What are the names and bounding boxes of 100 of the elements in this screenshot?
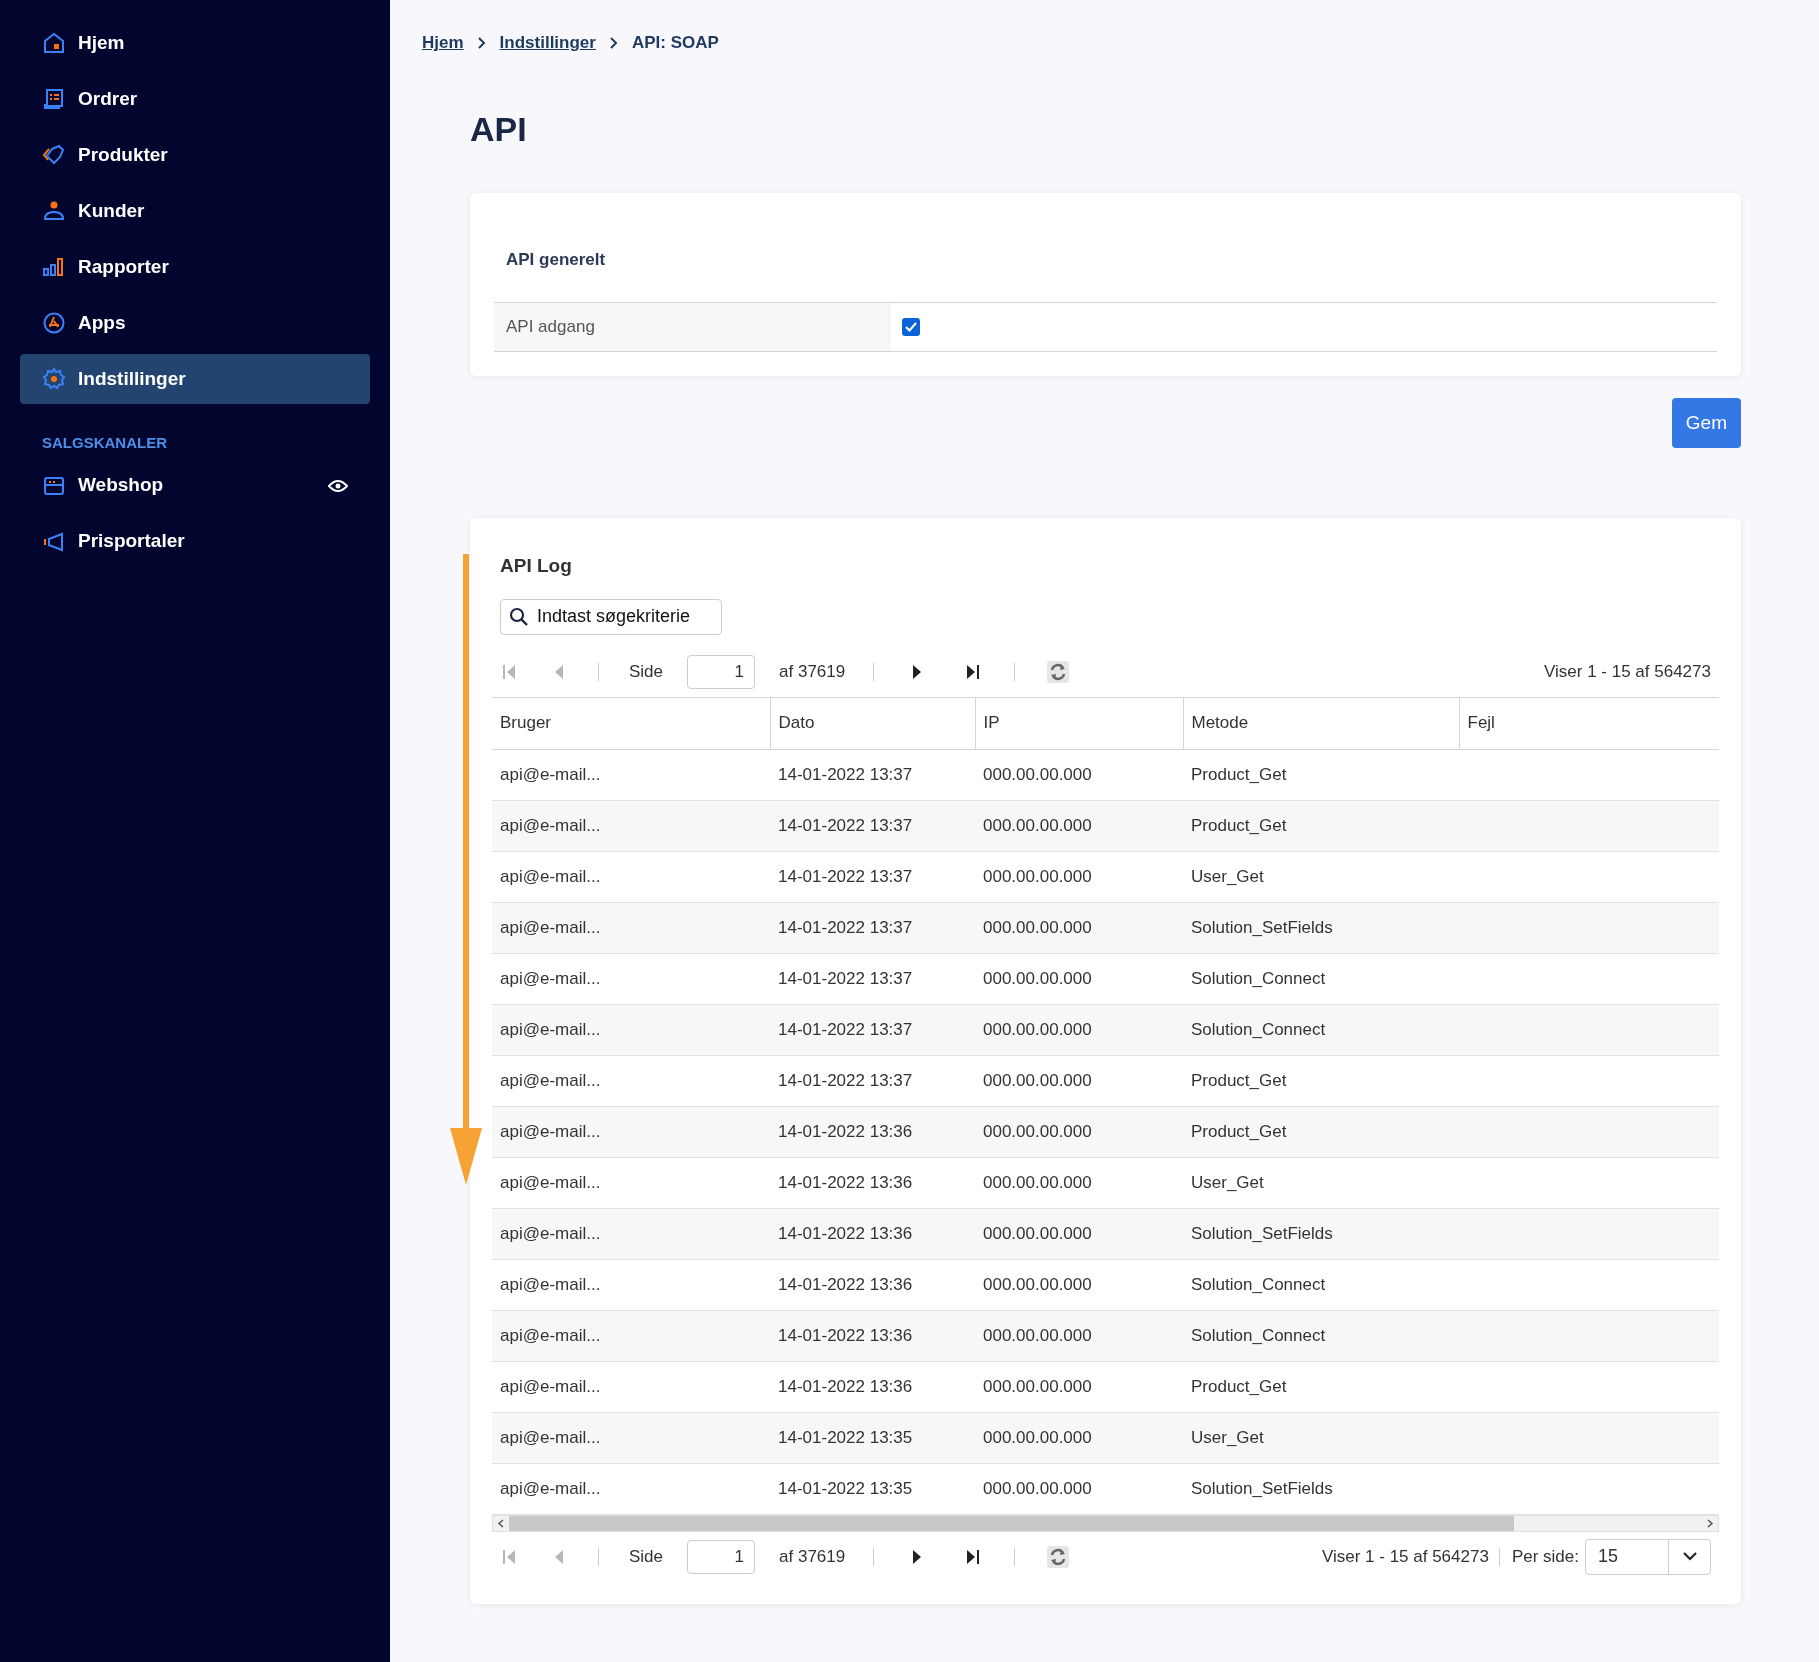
table-cell: Product_Get [1183, 749, 1459, 800]
sidebar-item[interactable]: Rapporter [20, 242, 370, 292]
table-cell: Solution_Connect [1183, 1310, 1459, 1361]
section-heading: API Log [499, 554, 573, 578]
column-header[interactable]: Metode [1183, 697, 1459, 749]
table-cell: Solution_Connect [1183, 953, 1459, 1004]
table-cell: api@e-mail... [492, 1055, 770, 1106]
per-page-select[interactable]: 15 [1585, 1538, 1711, 1575]
table-cell: 000.00.00.000 [975, 953, 1183, 1004]
table-cell: api@e-mail... [492, 1259, 770, 1310]
table-cell: api@e-mail... [492, 1208, 770, 1259]
table-cell: 14-01-2022 13:37 [770, 1004, 975, 1055]
table-cell: 000.00.00.000 [975, 1157, 1183, 1208]
result-summary: Viser 1 - 15 af 564273 [1321, 1545, 1489, 1568]
table-cell: api@e-mail... [492, 1310, 770, 1361]
next-page-icon[interactable] [912, 663, 923, 680]
sidebar-item[interactable]: Webshop [20, 460, 370, 511]
column-header[interactable]: Fejl [1459, 697, 1719, 749]
table-cell: 000.00.00.000 [975, 800, 1183, 851]
tag-icon [42, 143, 66, 167]
table-cell: 14-01-2022 13:37 [770, 902, 975, 953]
checkbox[interactable] [902, 318, 920, 336]
table-cell: 000.00.00.000 [975, 1004, 1183, 1055]
next-page-icon[interactable] [912, 1548, 923, 1565]
page-count: af 37619 [779, 660, 846, 683]
table-cell: 000.00.00.000 [975, 902, 1183, 953]
last-page-icon[interactable] [966, 663, 981, 680]
table-cell: User_Get [1183, 851, 1459, 902]
table-cell: 000.00.00.000 [975, 1310, 1183, 1361]
table-cell: 000.00.00.000 [975, 1055, 1183, 1106]
table-cell: 14-01-2022 13:36 [770, 1106, 975, 1157]
sidebar-item[interactable]: Prisportaler [20, 516, 370, 567]
settings-icon [42, 367, 66, 391]
table-cell: api@e-mail... [492, 1412, 770, 1463]
page-input[interactable]: 1 [687, 654, 756, 689]
table-cell: api@e-mail... [492, 1004, 770, 1055]
save-button[interactable]: Gem [1671, 398, 1741, 448]
sidebar-item[interactable]: Indstillinger [20, 354, 370, 404]
table-cell: 14-01-2022 13:36 [770, 1208, 975, 1259]
table-cell: Solution_SetFields [1183, 1463, 1459, 1514]
table-cell: Product_Get [1183, 800, 1459, 851]
last-page-icon[interactable] [966, 1548, 981, 1565]
bar-chart-icon [42, 255, 66, 279]
house-icon [42, 31, 66, 55]
table-cell: 14-01-2022 13:37 [770, 851, 975, 902]
table-cell: api@e-mail... [492, 1106, 770, 1157]
sidebar-item[interactable]: Hjem [20, 18, 370, 68]
table-cell: Solution_SetFields [1183, 902, 1459, 953]
sidebar-item[interactable]: Ordrer [20, 74, 370, 124]
page-label: Side [629, 1545, 664, 1568]
table-cell: api@e-mail... [492, 1157, 770, 1208]
table-cell: api@e-mail... [492, 953, 770, 1004]
refresh-icon[interactable] [1047, 1545, 1070, 1568]
table-cell: api@e-mail... [492, 851, 770, 902]
eye-icon[interactable] [328, 478, 348, 493]
search-icon [509, 606, 529, 627]
refresh-icon[interactable] [1047, 660, 1070, 683]
table-cell: 000.00.00.000 [975, 1361, 1183, 1412]
section-title: SALGSKANALER [41, 433, 168, 453]
table-cell: api@e-mail... [492, 902, 770, 953]
table-cell: 14-01-2022 13:36 [770, 1157, 975, 1208]
table-cell: Solution_Connect [1183, 1259, 1459, 1310]
column-header[interactable]: IP [975, 697, 1183, 749]
table-cell: Solution_SetFields [1183, 1208, 1459, 1259]
table-cell: User_Get [1183, 1412, 1459, 1463]
table-cell: 000.00.00.000 [975, 1259, 1183, 1310]
table-cell: 000.00.00.000 [975, 1106, 1183, 1157]
table-cell: 14-01-2022 13:35 [770, 1412, 975, 1463]
field-label: API adgang [494, 303, 890, 351]
table-cell: 000.00.00.000 [975, 749, 1183, 800]
table-cell: Product_Get [1183, 1106, 1459, 1157]
table-cell: 000.00.00.000 [975, 851, 1183, 902]
table-cell: api@e-mail... [492, 1361, 770, 1412]
table-cell: 000.00.00.000 [975, 1463, 1183, 1514]
page-input[interactable]: 1 [687, 1539, 756, 1574]
chevron-right-icon [609, 36, 618, 49]
per-page-label: Per side: [1511, 1545, 1579, 1568]
breadcrumb-current: API: SOAP [631, 32, 719, 54]
table-cell: Solution_Connect [1183, 1004, 1459, 1055]
search-field[interactable]: Indtast søgekriterie [500, 598, 722, 635]
sidebar-item[interactable]: Produkter [20, 130, 370, 180]
table-cell: 14-01-2022 13:37 [770, 749, 975, 800]
result-summary: Viser 1 - 15 af 564273 [1544, 660, 1711, 683]
table-cell: Product_Get [1183, 1055, 1459, 1106]
table-cell: 14-01-2022 13:35 [770, 1463, 975, 1514]
scrollbar-thumb[interactable] [509, 1515, 1514, 1531]
sidebar-item[interactable]: Kunder [20, 186, 370, 236]
breadcrumb-link[interactable]: Indstillinger [499, 30, 596, 56]
circle-tool-icon [42, 311, 66, 335]
table-cell: User_Get [1183, 1157, 1459, 1208]
table-cell: api@e-mail... [492, 1463, 770, 1514]
column-header[interactable]: Bruger [492, 697, 770, 749]
table-cell: 14-01-2022 13:37 [770, 800, 975, 851]
table-cell: api@e-mail... [492, 800, 770, 851]
breadcrumb-link[interactable]: Hjem [422, 30, 464, 56]
person-icon [42, 199, 66, 223]
column-header[interactable]: Dato [770, 697, 975, 749]
sidebar-item[interactable]: Apps [20, 298, 370, 348]
chevron-down-icon [1682, 1552, 1697, 1561]
section-heading: API generelt [505, 248, 607, 271]
